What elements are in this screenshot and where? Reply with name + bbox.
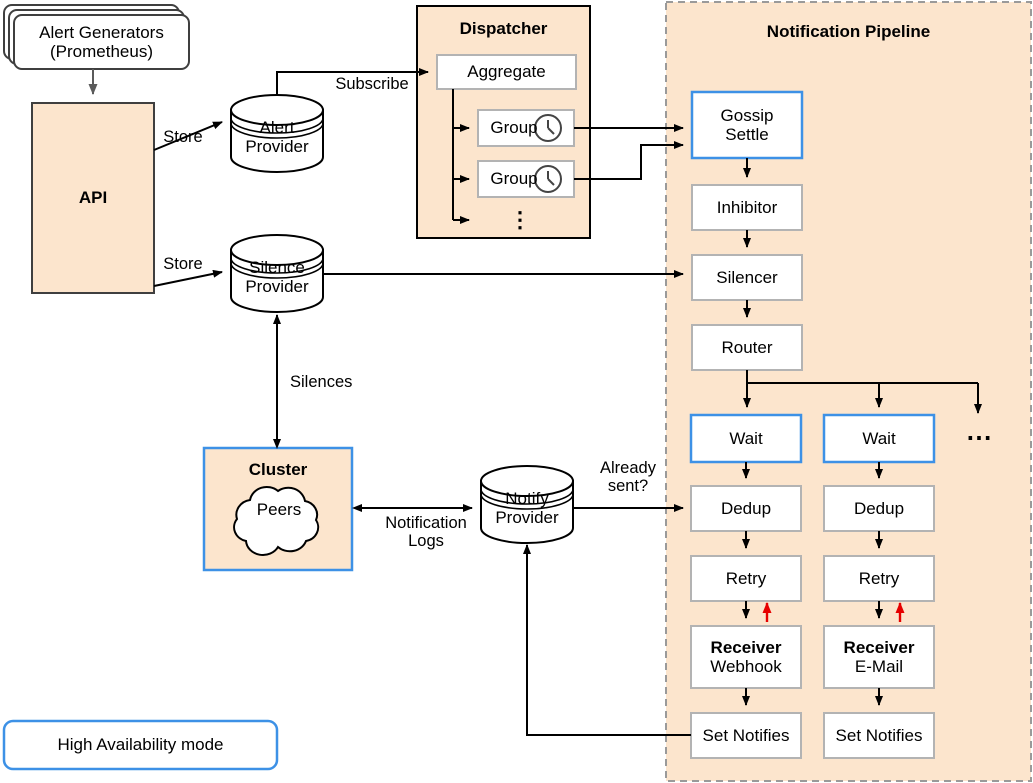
dedup-1-shape: [690, 485, 802, 532]
receiver-2-shape: [823, 625, 935, 689]
edge-api-to-silence-provider: [153, 269, 223, 287]
architecture-diagram: Alert Generators (Prometheus) API Alert …: [0, 0, 1033, 783]
alert-provider-shape: [230, 94, 324, 173]
api-shape: [31, 102, 155, 294]
notify-provider-shape: [480, 465, 574, 544]
diagram-canvas: [2, 1, 1032, 782]
dedup-2-shape: [823, 485, 935, 532]
receiver-1-shape: [690, 625, 802, 689]
wait-1-shape: [689, 413, 803, 464]
edge-alert-provider-subscribe: [276, 71, 428, 95]
set-notifies-1-shape: [690, 712, 802, 759]
aggregate-shape: [436, 54, 577, 90]
silencer-shape: [691, 254, 803, 301]
clock-icon-2: [534, 165, 562, 193]
set-notifies-2-shape: [823, 712, 935, 759]
silence-provider-shape: [230, 234, 324, 313]
router-shape: [691, 324, 803, 371]
inhibitor-shape: [691, 184, 803, 231]
clock-icon-1: [534, 114, 562, 142]
wait-2-shape: [822, 413, 936, 464]
retry-1-shape: [690, 555, 802, 602]
gossip-settle-shape: [690, 90, 804, 160]
legend-shape: [2, 719, 279, 771]
edge-api-to-alert-provider: [153, 121, 223, 151]
retry-2-shape: [823, 555, 935, 602]
alert-generators-shape: [3, 4, 190, 70]
